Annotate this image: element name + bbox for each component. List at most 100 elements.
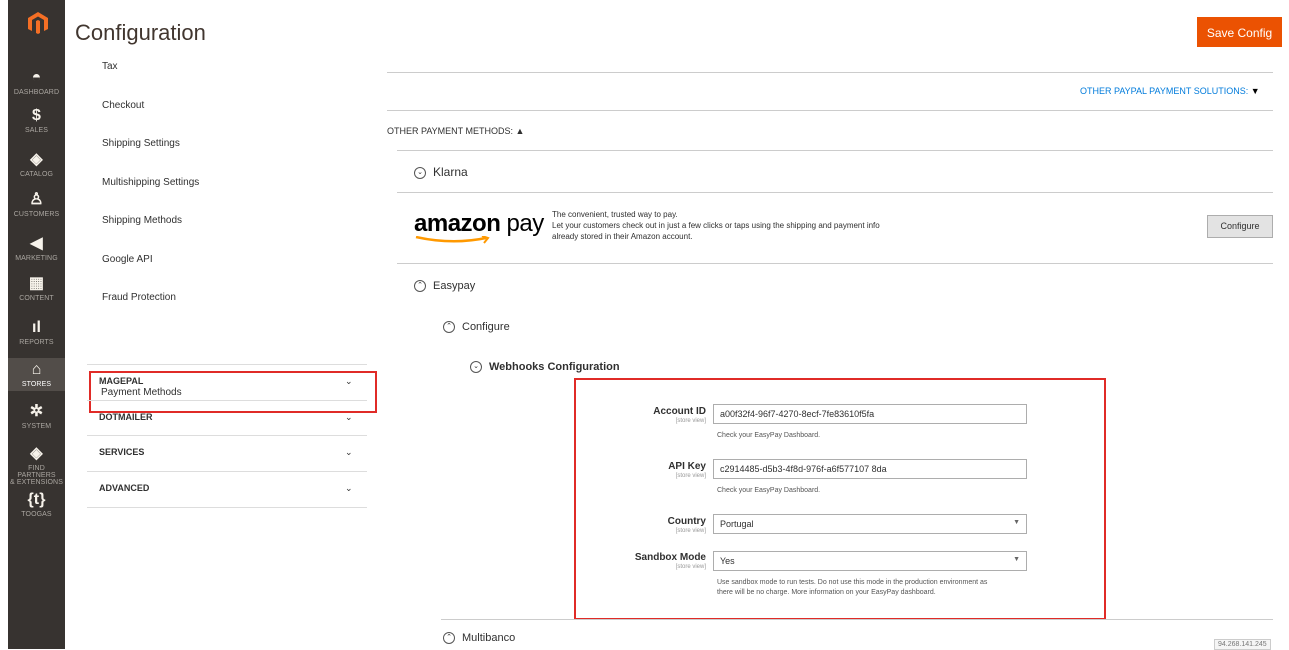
section-label: ADVANCED [99, 483, 150, 493]
amazon-configure-button[interactable]: Configure [1207, 215, 1273, 238]
scope-label: [store view] [675, 564, 706, 570]
scope-label: [store view] [675, 418, 706, 424]
sidebar-item-shipping-methods[interactable]: Shipping Methods [102, 215, 182, 226]
cube-icon: ◈ [30, 151, 43, 168]
nav-item-system[interactable]: ✲ SYSTEM [8, 400, 65, 433]
chevron-down-icon: ⌄ [345, 412, 353, 422]
chevron-down-icon: ⌄ [345, 376, 353, 386]
klarna-group[interactable]: ⌄ Klarna [414, 165, 468, 179]
triangle-down-icon: ▼ [1250, 86, 1260, 96]
amazon-pay-logo: amazon pay [414, 210, 545, 244]
group-label: Multibanco [462, 632, 516, 644]
scope-label: [store view] [675, 473, 706, 479]
scope-label: [store view] [675, 528, 706, 534]
nav-label-2: & EXTENSIONS [10, 479, 63, 486]
dropdown-arrow-icon: ▼ [1013, 519, 1020, 526]
nav-label: REPORTS [19, 339, 54, 346]
sandbox-note-line-2: there will be no charge. More informatio… [717, 589, 936, 596]
person-icon: ♙ [29, 191, 44, 208]
sandbox-mode-label: Sandbox Mode [634, 552, 706, 563]
nav-item-reports[interactable]: ıl REPORTS [8, 316, 65, 349]
group-label: Easypay [433, 280, 476, 292]
api-key-label: API Key [668, 461, 706, 472]
extensions-icon: ◈ [30, 445, 43, 462]
country-label: Country [667, 516, 706, 527]
section-label: DOTMAILER [99, 412, 153, 422]
section-label: SERVICES [99, 447, 145, 457]
amazon-desc-line-1: The convenient, trusted way to pay. [552, 210, 678, 219]
section-magepal[interactable]: MAGEPAL ⌄ [87, 364, 367, 400]
collapse-icon: ⌃ [443, 321, 455, 334]
nav-label: MARKETING [15, 255, 58, 262]
sidebar-item-checkout[interactable]: Checkout [102, 100, 144, 111]
amazon-desc-line-2: Let your customers check out in just a f… [552, 221, 880, 230]
collapse-icon: ⌃ [414, 280, 426, 293]
section-dotmailer[interactable]: DOTMAILER ⌄ [87, 400, 367, 436]
easypay-group[interactable]: ⌃ Easypay [414, 280, 476, 293]
admin-nav: ◓ DASHBOARD $ SALES ◈ CATALOG ♙ CUSTOMERS ◀ MARKE… [8, 0, 65, 649]
api-key-input[interactable] [713, 459, 1027, 479]
nav-label: CUSTOMERS [13, 211, 60, 218]
nav-item-sales[interactable]: $ SALES [8, 104, 65, 137]
group-label: Configure [462, 321, 510, 333]
toggle-label: OTHER PAYMENT METHODS: [387, 126, 514, 136]
nav-label: FIND PARTNERS [17, 465, 56, 479]
sidebar-item-shipping-settings[interactable]: Shipping Settings [102, 138, 180, 149]
nav-item-dashboard[interactable]: ◓ DASHBOARD [8, 66, 65, 99]
divider [387, 110, 1273, 111]
webhooks-group[interactable]: ⌄ Webhooks Configuration [470, 361, 620, 374]
other-payment-methods-toggle[interactable]: OTHER PAYMENT METHODS: ▲ [387, 126, 524, 136]
section-label: MAGEPAL [99, 376, 144, 386]
chevron-down-icon: ⌄ [345, 447, 353, 457]
divider [397, 150, 1273, 151]
sidebar-item-fraud-protection[interactable]: Fraud Protection [102, 292, 176, 303]
dollar-icon: $ [32, 107, 41, 124]
account-id-label: Account ID [653, 406, 706, 417]
configure-group[interactable]: ⌃ Configure [443, 321, 510, 334]
nav-item-marketing[interactable]: ◀ MARKETING [8, 232, 65, 265]
dropdown-arrow-icon: ▼ [1013, 556, 1020, 563]
page-title: Configuration [75, 20, 206, 45]
sandbox-mode-select[interactable]: Yes ▼ [713, 551, 1027, 571]
group-label: Klarna [433, 165, 468, 179]
select-value: Portugal [720, 519, 754, 529]
nav-label: SALES [24, 127, 49, 134]
divider [397, 192, 1273, 193]
section-services[interactable]: SERVICES ⌄ [87, 435, 367, 471]
nav-item-customers[interactable]: ♙ CUSTOMERS [8, 188, 65, 221]
country-select[interactable]: Portugal ▼ [713, 514, 1027, 534]
amazon-smile-icon [415, 236, 490, 244]
collapse-icon: ⌃ [443, 632, 455, 645]
section-advanced[interactable]: ADVANCED ⌄ [87, 471, 367, 508]
multibanco-group[interactable]: ⌃ Multibanco [443, 632, 516, 645]
select-value: Yes [720, 556, 735, 566]
nav-item-toogas[interactable]: {t} TOOGAS [8, 488, 65, 521]
sidebar-item-google-api[interactable]: Google API [102, 254, 153, 265]
sidebar-item-multishipping-settings[interactable]: Multishipping Settings [102, 177, 199, 188]
other-paypal-solutions-toggle[interactable]: OTHER PAYPAL PAYMENT SOLUTIONS: ▼ [1080, 86, 1260, 96]
chevron-down-icon: ⌄ [345, 483, 353, 493]
nav-item-content[interactable]: ▦ CONTENT [8, 272, 65, 305]
amazon-desc-line-3: already stored in their Amazon account. [552, 232, 693, 241]
triangle-up-icon: ▲ [515, 126, 525, 136]
nav-label: DASHBOARD [13, 89, 60, 96]
sidebar-item-tax[interactable]: Tax [102, 61, 118, 72]
api-key-note: Check your EasyPay Dashboard. [717, 487, 821, 494]
toggle-label: OTHER PAYPAL PAYMENT SOLUTIONS: [1080, 86, 1249, 96]
logo-pay-text: pay [506, 210, 545, 237]
nav-item-find-partners[interactable]: ◈ FIND PARTNERS & EXTENSIONS [8, 442, 65, 489]
divider [441, 619, 1273, 620]
divider [397, 263, 1273, 264]
account-id-input[interactable] [713, 404, 1027, 424]
nav-item-catalog[interactable]: ◈ CATALOG [8, 148, 65, 181]
dashboard-icon: ◓ [31, 69, 42, 86]
nav-label: STORES [21, 381, 52, 388]
nav-label: TOOGAS [21, 511, 52, 518]
bar-chart-icon: ıl [31, 319, 42, 336]
toogas-icon: {t} [27, 491, 46, 508]
expand-icon: ⌄ [414, 166, 426, 179]
layout-icon: ▦ [28, 275, 45, 292]
save-config-button[interactable]: Save Config [1197, 17, 1282, 47]
nav-item-stores[interactable]: ⌂ STORES [8, 358, 65, 391]
magento-logo-icon[interactable] [28, 12, 48, 34]
